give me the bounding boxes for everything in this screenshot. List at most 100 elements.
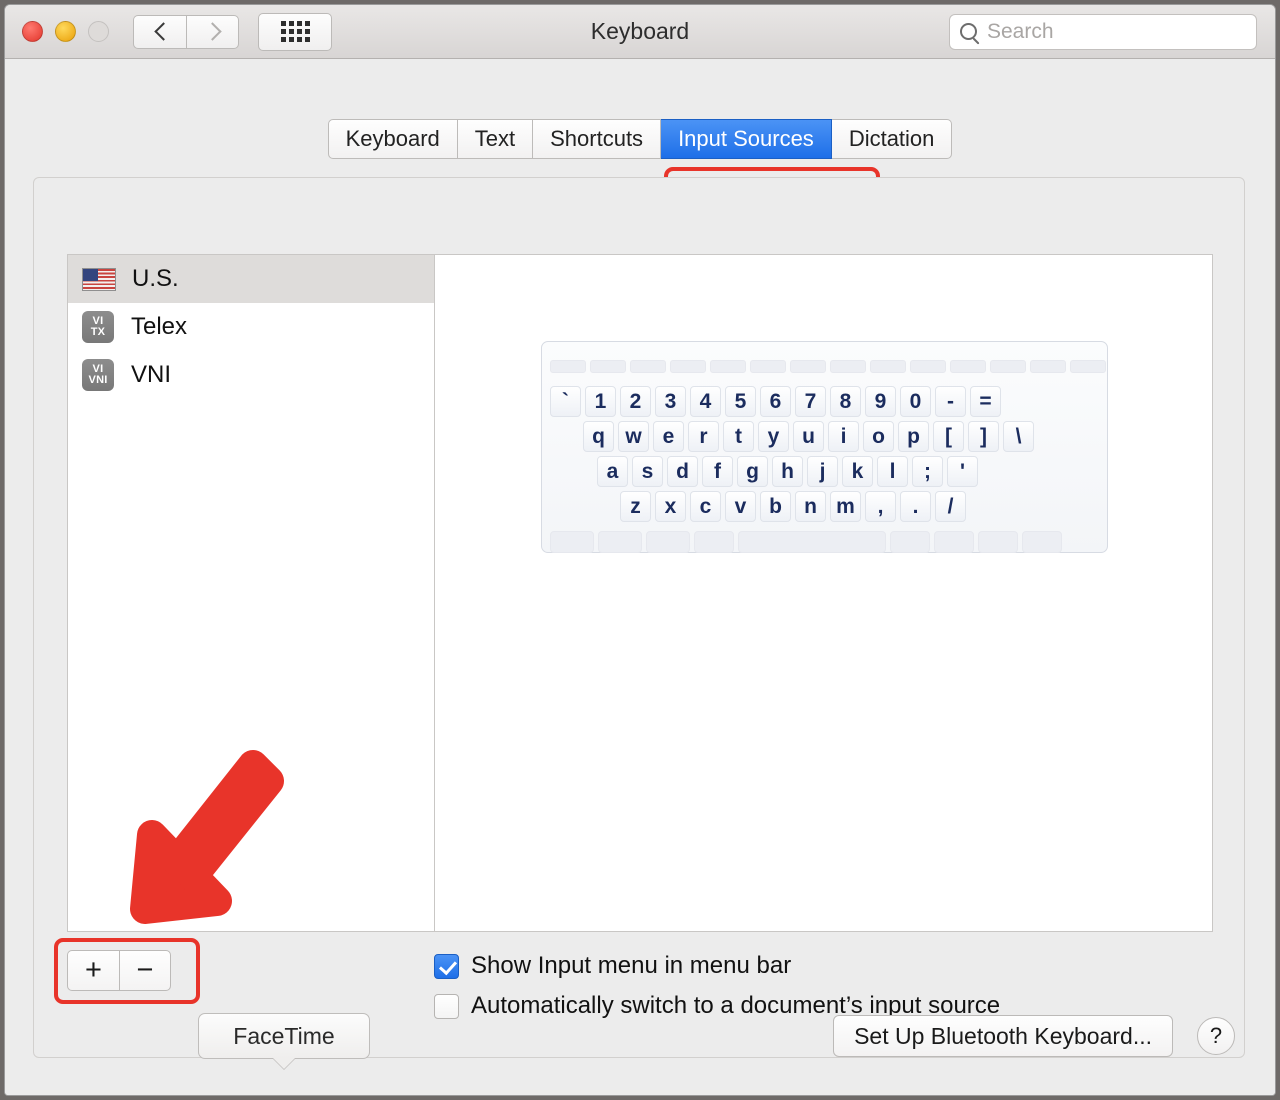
checkbox-show-input-menu[interactable]: Show Input menu in menu bar	[434, 946, 1000, 986]
show-all-grid-icon	[280, 21, 310, 42]
keyboard-key-blank	[630, 360, 666, 373]
keyboard-row-top-letter-row: q w e r t y u i o p[] \	[548, 419, 1101, 454]
keyboard-key-blank	[1070, 360, 1106, 373]
keyboard-key: 6	[760, 386, 791, 417]
keyboard-key: m	[830, 491, 861, 522]
back-button[interactable]	[133, 14, 186, 49]
window-titlebar: Keyboard	[5, 5, 1275, 59]
input-sources-panel: U.S. VI TX Telex VI VNI VNI ` 1 2 3 4 5 …	[33, 177, 1245, 1058]
keyboard-row-home-row: a s d f g h j k l; '	[548, 454, 1101, 489]
keyboard-key: 7	[795, 386, 826, 417]
chevron-left-icon	[154, 21, 167, 43]
keyboard-row-modifier-row	[548, 524, 1101, 559]
vi-icon-bottom: TX	[90, 326, 106, 338]
vi-vni-icon: VI VNI	[82, 359, 114, 391]
keyboard-key-blank	[550, 360, 586, 373]
keyboard-key-blank	[1030, 360, 1066, 373]
close-button[interactable]	[22, 21, 43, 42]
keyboard-key: n	[795, 491, 826, 522]
list-item-vni[interactable]: VI VNI VNI	[68, 351, 434, 399]
forward-button[interactable]	[186, 14, 239, 49]
add-input-source-button[interactable]: +	[67, 950, 119, 991]
keyboard-row-bottom-letter-row: z x c v b n m,. /	[548, 489, 1101, 524]
keyboard-row-number-row: ` 1 2 3 4 5 6 7 8 9 0- =	[548, 384, 1101, 419]
tab-bar: Keyboard Text Shortcuts Input Sources Di…	[5, 119, 1275, 159]
keyboard-key: x	[655, 491, 686, 522]
sources-and-preview: U.S. VI TX Telex VI VNI VNI ` 1 2 3 4 5 …	[67, 254, 1213, 932]
keyboard-key: 4	[690, 386, 721, 417]
keyboard-key: h	[772, 456, 803, 487]
keyboard-preferences-window: Keyboard Keyboard Text Shortcuts Input S…	[4, 4, 1276, 1096]
zoom-button[interactable]	[88, 21, 109, 42]
screenshot-root: Keyboard Keyboard Text Shortcuts Input S…	[0, 0, 1280, 1100]
keyboard-key: w	[618, 421, 649, 452]
tab-input-sources[interactable]: Input Sources	[661, 119, 832, 159]
keyboard-key: ,	[865, 491, 896, 522]
keyboard-key: \	[1003, 421, 1034, 452]
keyboard-key: 9	[865, 386, 896, 417]
list-item-us[interactable]: U.S.	[68, 255, 434, 303]
keyboard-key: 2	[620, 386, 651, 417]
keyboard-key: q	[583, 421, 614, 452]
tab-keyboard[interactable]: Keyboard	[327, 119, 458, 159]
keyboard-key-blank	[910, 360, 946, 373]
list-item-label: U.S.	[132, 265, 179, 292]
list-item-label: Telex	[131, 313, 188, 340]
search-field[interactable]	[949, 13, 1257, 50]
window-body: Keyboard Text Shortcuts Input Sources Di…	[5, 59, 1275, 1095]
checkbox-checked-icon[interactable]	[434, 953, 459, 979]
list-item-label: VNI	[131, 361, 172, 388]
minimize-button[interactable]	[55, 21, 76, 42]
keyboard-key: l	[877, 456, 908, 487]
window-controls	[22, 21, 109, 42]
search-icon	[960, 23, 977, 40]
keyboard-key: e	[653, 421, 684, 452]
keyboard-key: ]	[968, 421, 999, 452]
keyboard-key: o	[863, 421, 894, 452]
keyboard-key: v	[725, 491, 756, 522]
keyboard-key-blank	[978, 530, 1018, 553]
keyboard-key-blank	[694, 530, 734, 553]
tab-shortcuts[interactable]: Shortcuts	[533, 119, 662, 159]
keyboard-key: 0	[900, 386, 931, 417]
tab-dictation[interactable]: Dictation	[831, 119, 953, 159]
chevron-right-icon	[206, 21, 219, 43]
set-up-bluetooth-keyboard-button[interactable]: Set Up Bluetooth Keyboard...	[833, 1015, 1173, 1057]
keyboard-key: c	[690, 491, 721, 522]
keyboard-key: /	[935, 491, 966, 522]
list-item-telex[interactable]: VI TX Telex	[68, 303, 434, 351]
keyboard-key: 1	[585, 386, 616, 417]
keyboard-key: .	[900, 491, 931, 522]
keyboard-key: f	[702, 456, 733, 487]
keyboard-key-blank	[830, 360, 866, 373]
help-button[interactable]: ?	[1197, 1017, 1235, 1055]
keyboard-key-blank	[646, 530, 690, 553]
keyboard-key: i	[828, 421, 859, 452]
keyboard-key: g	[737, 456, 768, 487]
keyboard-key: y	[758, 421, 789, 452]
vi-tx-icon: VI TX	[82, 311, 114, 343]
keyboard-key: [	[933, 421, 964, 452]
keyboard-key: -	[935, 386, 966, 417]
remove-input-source-button[interactable]: −	[119, 950, 171, 991]
window-footer: FaceTime Set Up Bluetooth Keyboard... ?	[5, 1005, 1275, 1095]
input-source-list[interactable]: U.S. VI TX Telex VI VNI VNI	[68, 255, 435, 931]
keyboard-key: r	[688, 421, 719, 452]
keyboard-key: b	[760, 491, 791, 522]
keyboard-key-blank	[710, 360, 746, 373]
us-flag-icon	[82, 267, 116, 291]
show-all-button[interactable]	[258, 12, 332, 51]
keyboard-key: p	[898, 421, 929, 452]
keyboard-key: 8	[830, 386, 861, 417]
keyboard-key: z	[620, 491, 651, 522]
keyboard-preview-diagram: ` 1 2 3 4 5 6 7 8 9 0- = q w e r t y u i o p[] \ a s d f g h j k l; ' z x c…	[541, 341, 1108, 553]
keyboard-key: '	[947, 456, 978, 487]
keyboard-key: =	[970, 386, 1001, 417]
tab-text[interactable]: Text	[457, 119, 534, 159]
keyboard-key-blank	[670, 360, 706, 373]
keyboard-key-blank	[790, 360, 826, 373]
keyboard-key-blank	[870, 360, 906, 373]
search-input[interactable]	[987, 19, 1246, 44]
keyboard-key-blank	[990, 360, 1026, 373]
keyboard-key-blank	[950, 360, 986, 373]
